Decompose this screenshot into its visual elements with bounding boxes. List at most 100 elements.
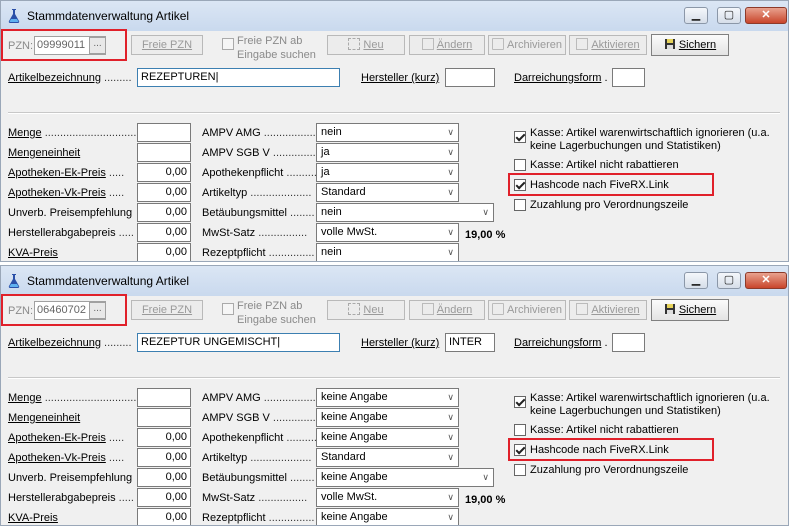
attribute-label-text: Artikeltyp [202, 187, 248, 199]
attribute-label-text: Rezeptpflicht [202, 247, 266, 259]
freie-pzn-button[interactable]: Freie PZN [131, 300, 203, 320]
freie-pzn-search-checkbox[interactable] [222, 38, 234, 50]
attribute-value: keine Angabe [321, 431, 388, 443]
left-value-input[interactable]: 0,00 [137, 448, 191, 467]
kasse-rabattieren-checkbox[interactable] [514, 159, 526, 171]
darreichungsform-input[interactable] [612, 333, 645, 352]
archive-label: Archivieren [506, 304, 563, 316]
attribute-select[interactable]: nein ∨ [316, 123, 459, 142]
attribute-select[interactable]: keine Angabe ∨ [316, 428, 459, 447]
kasse-rabattieren-label: Kasse: Artikel nicht rabattieren [530, 424, 679, 436]
attribute-select[interactable]: ja ∨ [316, 143, 459, 162]
attribute-value: keine Angabe [321, 471, 388, 483]
darreichungsform-label: Darreichungsform . [514, 72, 608, 84]
left-label-text: Herstellerabgabepreis [8, 227, 116, 239]
left-label: Menge ................................. [8, 126, 146, 140]
minimize-button[interactable]: ▁ [684, 272, 708, 289]
hersteller-input[interactable]: INTER [445, 333, 495, 352]
attribute-select[interactable]: nein ∨ [316, 243, 459, 261]
left-value-input[interactable]: 0,00 [137, 243, 191, 261]
window-title: Stammdatenverwaltung Artikel [27, 274, 190, 288]
archive-button[interactable]: Archivieren [488, 35, 566, 55]
artikelbezeichnung-input[interactable]: REZEPTUR UNGEMISCHT| [137, 333, 340, 352]
artikelbezeichnung-text: Artikelbezeichnung [8, 72, 101, 84]
attribute-select[interactable]: ja ∨ [316, 163, 459, 182]
left-label: Mengeneinheit [8, 411, 80, 425]
hersteller-input[interactable] [445, 68, 495, 87]
left-value: 0,00 [165, 226, 187, 238]
hersteller-label: Hersteller (kurz) [361, 336, 439, 350]
maximize-button[interactable]: ▢ [717, 7, 741, 24]
attribute-value: nein [321, 206, 342, 218]
attribute-label-text: Betäubungsmittel [202, 472, 287, 484]
close-button[interactable]: ✕ [745, 7, 787, 24]
left-value-input[interactable]: 0,00 [137, 428, 191, 447]
left-value-input[interactable]: 0,00 [137, 183, 191, 202]
attribute-label-text: Apothekenpflicht [202, 167, 284, 179]
left-label-text: Herstellerabgabepreis [8, 492, 116, 504]
activate-icon [576, 38, 589, 50]
freie-pzn-search-checkbox[interactable] [222, 303, 234, 315]
new-button[interactable]: Neu [327, 300, 405, 320]
left-value-input[interactable]: 0,00 [137, 468, 191, 487]
save-button[interactable]: Sichern [651, 34, 729, 56]
attribute-label: Rezeptpflicht ............... [202, 511, 315, 525]
left-value-input[interactable] [137, 123, 191, 142]
left-label: Apotheken-Vk-Preis ..... [8, 451, 124, 465]
artikelbezeichnung-input[interactable]: REZEPTUREN| [137, 68, 340, 87]
zuzahlung-checkbox[interactable] [514, 199, 526, 211]
left-value-input[interactable] [137, 388, 191, 407]
chevron-down-icon: ∨ [447, 432, 454, 442]
leader-dots: ..... [115, 227, 134, 239]
darreichungsform-input[interactable] [612, 68, 645, 87]
left-value-input[interactable]: 0,00 [137, 223, 191, 242]
attribute-select[interactable]: keine Angabe ∨ [316, 408, 459, 427]
attribute-select[interactable]: keine Angabe ∨ [316, 508, 459, 525]
left-value-input[interactable]: 0,00 [137, 203, 191, 222]
attribute-label-text: AMPV AMG [202, 392, 261, 404]
attribute-select[interactable]: Standard ∨ [316, 448, 459, 467]
maximize-button[interactable]: ▢ [717, 272, 741, 289]
activate-label: Aktivieren [591, 304, 640, 316]
attribute-select[interactable]: keine Angabe ∨ [316, 388, 459, 407]
kasse-ignorieren-label-2: keine Lagerbuchungen und Statistiken) [530, 405, 721, 417]
attribute-select[interactable]: keine Angabe ∨ [316, 468, 494, 487]
kasse-ignorieren-checkbox[interactable] [514, 131, 526, 143]
save-button[interactable]: Sichern [651, 299, 729, 321]
change-label: Ändern [436, 39, 473, 51]
kasse-rabattieren-checkbox[interactable] [514, 424, 526, 436]
freie-pzn-button[interactable]: Freie PZN [131, 35, 203, 55]
attribute-select[interactable]: nein ∨ [316, 203, 494, 222]
left-value-input[interactable]: 0,00 [137, 488, 191, 507]
left-value-input[interactable]: 0,00 [137, 163, 191, 182]
left-value-input[interactable] [137, 408, 191, 427]
leader-dots: ................ [255, 227, 308, 239]
attribute-select[interactable]: volle MwSt. ∨ [316, 223, 459, 242]
change-button[interactable]: Ändern [409, 35, 485, 55]
minimize-button[interactable]: ▁ [684, 7, 708, 24]
attribute-label-text: AMPV SGB V [202, 147, 270, 159]
activate-button[interactable]: Aktivieren [569, 35, 647, 55]
save-label: Sichern [678, 39, 717, 51]
left-value-input[interactable]: 0,00 [137, 508, 191, 525]
left-label: Apotheken-Ek-Preis ..... [8, 431, 124, 445]
archive-button[interactable]: Archivieren [488, 300, 566, 320]
left-label-text: Unverb. Preisempfehlung [8, 472, 133, 484]
left-value: 0,00 [165, 186, 187, 198]
attribute-select[interactable]: Standard ∨ [316, 183, 459, 202]
attribute-value: Standard [321, 186, 366, 198]
new-button[interactable]: Neu [327, 35, 405, 55]
attribute-value: keine Angabe [321, 391, 388, 403]
zuzahlung-checkbox[interactable] [514, 464, 526, 476]
left-label-text: KVA-Preis [8, 512, 58, 524]
attribute-label: AMPV SGB V ................. [202, 146, 325, 160]
attribute-select[interactable]: volle MwSt. ∨ [316, 488, 459, 507]
save-icon [664, 304, 675, 314]
close-button[interactable]: ✕ [745, 272, 787, 289]
attribute-value: Standard [321, 451, 366, 463]
attribute-label: Rezeptpflicht ............... [202, 246, 315, 260]
left-value-input[interactable] [137, 143, 191, 162]
change-button[interactable]: Ändern [409, 300, 485, 320]
activate-button[interactable]: Aktivieren [569, 300, 647, 320]
kasse-ignorieren-checkbox[interactable] [514, 396, 526, 408]
